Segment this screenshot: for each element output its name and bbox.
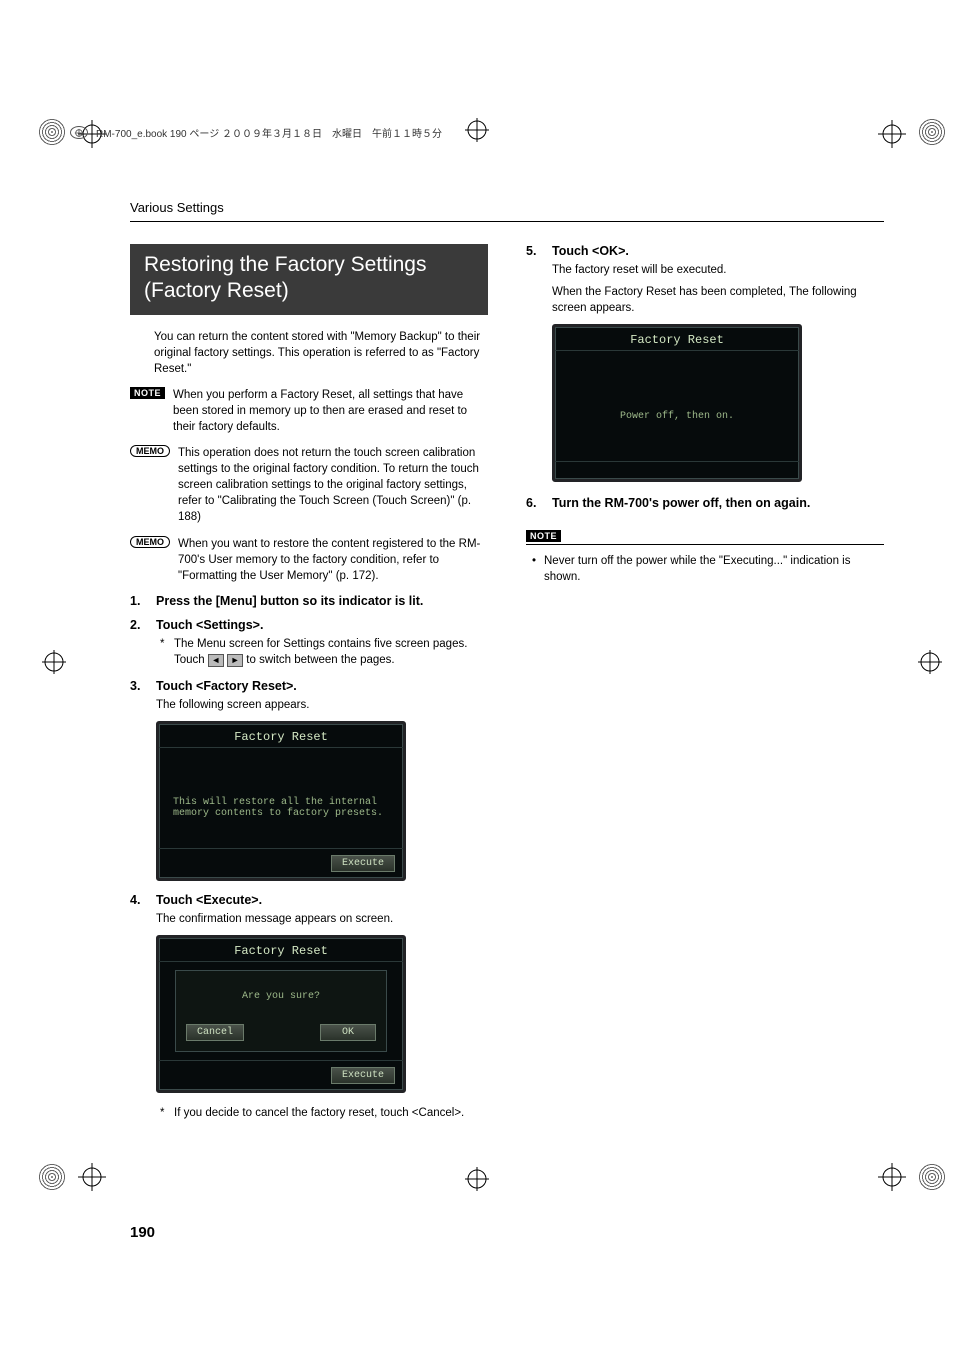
confirm-prompt: Are you sure? [186,991,376,1002]
section-header: Various Settings [130,200,884,215]
printer-side-mark [918,650,942,674]
intro-paragraph: You can return the content stored with "… [154,329,488,377]
factory-reset-screen-confirm: Factory Reset Are you sure? Cancel OK [156,935,406,1093]
step-note-line: Touch [174,654,208,666]
step-body: When the Factory Reset has been complete… [552,284,884,316]
printer-mark-corner [918,118,946,146]
execute-button[interactable]: Execute [331,1067,395,1084]
step-6: Turn the RM-700's power off, then on aga… [526,496,884,510]
screen-message: This will restore all the internal memor… [173,797,389,819]
step-head: Touch <Execute>. [156,893,488,907]
memo-text: When you want to restore the content reg… [178,536,488,584]
execute-button[interactable]: Execute [331,855,395,872]
page-number: 190 [130,1224,155,1241]
ok-button[interactable]: OK [320,1024,376,1041]
memo-block: MEMO When you want to restore the conten… [130,536,488,584]
step-head: Touch <OK>. [552,244,884,258]
note-badge: NOTE [526,530,561,542]
right-arrow-icon: ► [227,654,243,667]
step-3: Touch <Factory Reset>. The following scr… [130,679,488,881]
step-body: The confirmation message appears on scre… [156,911,488,927]
screen-title: Factory Reset [159,724,403,748]
printer-mark-corner [918,1163,946,1191]
header-oval-icon [70,126,88,139]
step-4: Touch <Execute>. The confirmation messag… [130,893,488,1122]
print-header: RM-700_e.book 190 ページ ２００９年３月１８日 水曜日 午前１… [70,125,914,140]
step-note-line: The Menu screen for Settings contains fi… [174,638,467,650]
note-badge: NOTE [130,387,165,399]
note-text: When you perform a Factory Reset, all se… [173,387,488,435]
printer-mark-corner [38,1163,66,1191]
step-note: If you decide to cancel the factory rese… [156,1105,488,1122]
factory-reset-screen-1: Factory Reset This will restore all the … [156,721,406,881]
header-text: RM-700_e.book 190 ページ ２００９年３月１８日 水曜日 午前１… [96,125,442,140]
printer-registration-mark [78,1163,106,1191]
screen-title: Factory Reset [159,938,403,962]
step-head: Touch <Factory Reset>. [156,679,488,693]
memo-badge: MEMO [130,536,170,548]
step-head: Press the [Menu] button so its indicator… [156,594,488,608]
factory-reset-screen-done: Factory Reset Power off, then on. [552,324,802,482]
memo-badge: MEMO [130,445,170,457]
note-bullet: Never turn off the power while the "Exec… [526,553,884,585]
step-body: The factory reset will be executed. [552,262,884,278]
section-divider [130,221,884,222]
step-head: Turn the RM-700's power off, then on aga… [552,496,884,510]
cancel-button[interactable]: Cancel [186,1024,244,1041]
screen-title: Factory Reset [555,327,799,351]
printer-side-mark [42,650,66,674]
step-head: Touch <Settings>. [156,618,488,632]
printer-mark-corner [38,118,66,146]
step-note-line: to switch between the pages. [246,654,394,666]
memo-block: MEMO This operation does not return the … [130,445,488,525]
step-1: Press the [Menu] button so its indicator… [130,594,488,608]
confirm-dialog: Are you sure? Cancel OK [175,970,387,1052]
step-2: Touch <Settings>. The Menu screen for Se… [130,618,488,669]
step-body: The following screen appears. [156,697,488,713]
note-block: NOTE When you perform a Factory Reset, a… [130,387,488,435]
memo-text: This operation does not return the touch… [178,445,488,525]
note-divider [526,544,884,545]
step-note: The Menu screen for Settings contains fi… [156,636,488,669]
screen-message: Power off, then on. [620,411,734,422]
step-5: Touch <OK>. The factory reset will be ex… [526,244,884,482]
page-title: Restoring the Factory Settings (Factory … [130,244,488,315]
left-arrow-icon: ◄ [208,654,224,667]
